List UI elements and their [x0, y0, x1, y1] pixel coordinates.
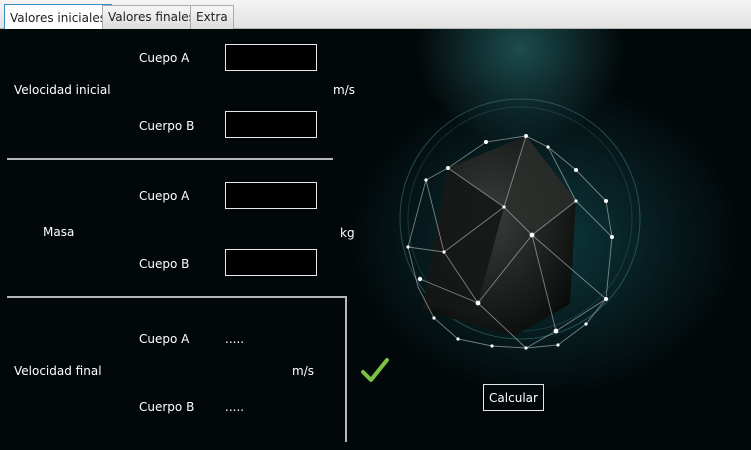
- masa-unit: kg: [340, 226, 355, 240]
- section-divider-vertical: [345, 296, 347, 442]
- velocidad-final-unit: m/s: [292, 364, 314, 378]
- masa-cuerpo-a-label: Cuepo A: [139, 189, 190, 203]
- tab-extra[interactable]: Extra: [190, 5, 234, 29]
- masa-cuerpo-b-input[interactable]: [225, 249, 317, 276]
- velocidad-inicial-cuerpo-b-input[interactable]: [225, 111, 317, 138]
- tab-valores-iniciales[interactable]: Valores iniciales: [4, 4, 112, 30]
- velocidad-final-cuerpo-b-value: .....: [225, 400, 245, 414]
- masa-cuerpo-a-input[interactable]: [225, 182, 317, 209]
- tab-valores-finales[interactable]: Valores finales: [102, 5, 201, 29]
- checkmark-icon: [361, 358, 389, 382]
- main-panel: Cuepo A Velocidad inicial m/s Cuerpo B C…: [0, 29, 751, 450]
- calcular-button[interactable]: Calcular: [483, 384, 544, 411]
- masa-label: Masa: [43, 225, 75, 239]
- tab-bar: Valores iniciales Valores finales Extra: [0, 0, 751, 30]
- velocidad-inicial-cuerpo-b-label: Cuerpo B: [139, 119, 195, 133]
- velocidad-inicial-cuerpo-a-input[interactable]: [225, 44, 317, 71]
- velocidad-final-cuerpo-a-label: Cuepo A: [139, 332, 190, 346]
- velocidad-inicial-unit: m/s: [333, 83, 355, 97]
- velocidad-final-cuerpo-b-label: Cuerpo B: [139, 400, 195, 414]
- velocidad-inicial-label: Velocidad inicial: [14, 83, 111, 97]
- velocidad-final-cuerpo-a-value: .....: [225, 332, 245, 346]
- section-divider-1: [7, 158, 333, 160]
- velocidad-inicial-cuerpo-a-label: Cuepo A: [139, 51, 190, 65]
- velocidad-final-label: Velocidad final: [14, 364, 102, 378]
- masa-cuerpo-b-label: Cuepo B: [139, 257, 190, 271]
- geometric-sphere-illustration: [399, 98, 641, 350]
- section-divider-2: [7, 296, 347, 298]
